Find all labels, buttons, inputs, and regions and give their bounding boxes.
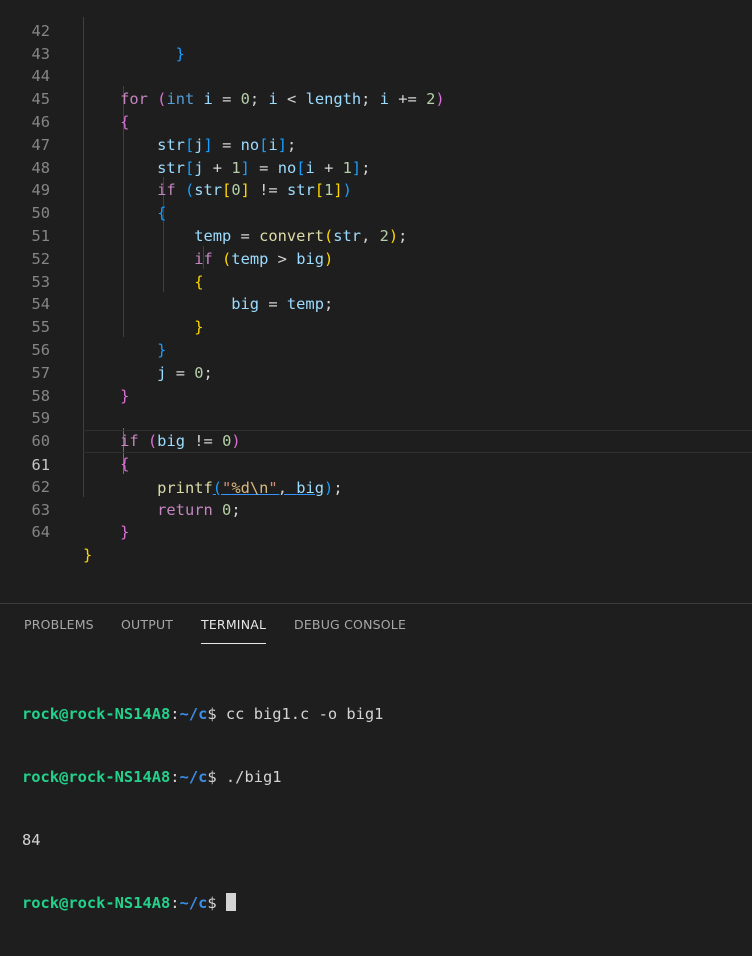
prompt-symbol: $ xyxy=(207,705,226,723)
prompt-colon: : xyxy=(170,894,180,912)
prompt-colon: : xyxy=(170,768,180,786)
code-line[interactable]: 51 if (temp > big) xyxy=(0,202,752,268)
tab-debug-console[interactable]: DEBUG CONSOLE xyxy=(294,617,406,632)
code-line[interactable]: 60 { xyxy=(0,407,752,473)
code-line[interactable]: 50 temp = convert(str, 2); xyxy=(0,179,752,245)
code-text: } xyxy=(83,546,93,565)
code-line[interactable]: 62 return 0; xyxy=(0,453,752,519)
tab-terminal[interactable]: TERMINAL xyxy=(201,617,267,644)
code-line[interactable]: 56 j = 0; xyxy=(0,316,752,382)
code-line[interactable]: 64 } xyxy=(0,499,752,564)
prompt-path: ~/c xyxy=(179,705,208,723)
code-line[interactable]: 47 str[j + 1] = no[i + 1]; xyxy=(0,111,752,177)
panel-tabs: PROBLEMS OUTPUT TERMINAL DEBUG CONSOLE xyxy=(0,604,752,646)
code-line[interactable]: 53 big = temp; xyxy=(0,248,752,314)
prompt-symbol: $ xyxy=(207,768,226,786)
prompt-path: ~/c xyxy=(179,768,208,786)
code-line[interactable]: 42 } xyxy=(0,0,752,63)
code-line[interactable]: 55 } xyxy=(0,293,752,359)
code-line[interactable]: 49 { xyxy=(0,157,752,222)
prompt-user: rock@rock-NS14A8 xyxy=(22,768,171,786)
code-line[interactable]: 45 { xyxy=(0,65,752,131)
terminal-line: rock@rock-NS14A8:~/c$ cc big1.c -o big1 xyxy=(22,704,383,725)
terminal-line: 84 xyxy=(22,830,383,851)
code-text: } xyxy=(120,523,130,542)
terminal-line: rock@rock-NS14A8:~/c$ ./big1 xyxy=(22,767,383,788)
code-line[interactable]: 59 if (big != 0) xyxy=(0,385,752,450)
prompt-user: rock@rock-NS14A8 xyxy=(22,705,171,723)
line-number: 60 xyxy=(31,432,50,451)
prompt-symbol: $ xyxy=(207,894,226,912)
terminal-line: rock@rock-NS14A8:~/c$ xyxy=(22,893,383,914)
code-line[interactable]: 48 if (str[0] != str[1]) xyxy=(0,134,752,200)
tab-problems[interactable]: PROBLEMS xyxy=(24,617,94,632)
code-line[interactable]: 52 { xyxy=(0,225,752,291)
terminal-cursor xyxy=(225,893,236,911)
terminal-output[interactable]: rock@rock-NS14A8:~/c$ cc big1.c -o big1 … xyxy=(22,662,383,956)
tab-output[interactable]: OUTPUT xyxy=(121,617,173,632)
prompt-path: ~/c xyxy=(179,894,208,912)
current-code-line[interactable]: 61 printf("%d\n", big); xyxy=(31,430,752,497)
prompt-colon: : xyxy=(170,705,180,723)
line-number: 64 xyxy=(31,523,50,542)
code-editor[interactable]: 42 } 43 44 for (int i = 0; i < length; i… xyxy=(0,0,752,603)
code-line[interactable]: 54 } xyxy=(0,271,752,336)
prompt-user: rock@rock-NS14A8 xyxy=(22,894,171,912)
code-line[interactable]: 43 xyxy=(0,20,752,63)
program-output: 84 xyxy=(22,831,41,849)
terminal-command: cc big1.c -o big1 xyxy=(225,705,384,723)
code-line[interactable]: 46 str[j] = no[i]; xyxy=(0,88,752,154)
bottom-panel: PROBLEMS OUTPUT TERMINAL DEBUG CONSOLE r… xyxy=(0,603,752,912)
code-line[interactable]: 57 } xyxy=(0,339,752,405)
code-line[interactable]: 58 xyxy=(0,362,752,405)
code-line[interactable]: 63 } xyxy=(0,476,752,542)
terminal-command: ./big1 xyxy=(225,768,282,786)
code-line[interactable]: 44 for (int i = 0; i < length; i += 2) xyxy=(0,43,752,108)
